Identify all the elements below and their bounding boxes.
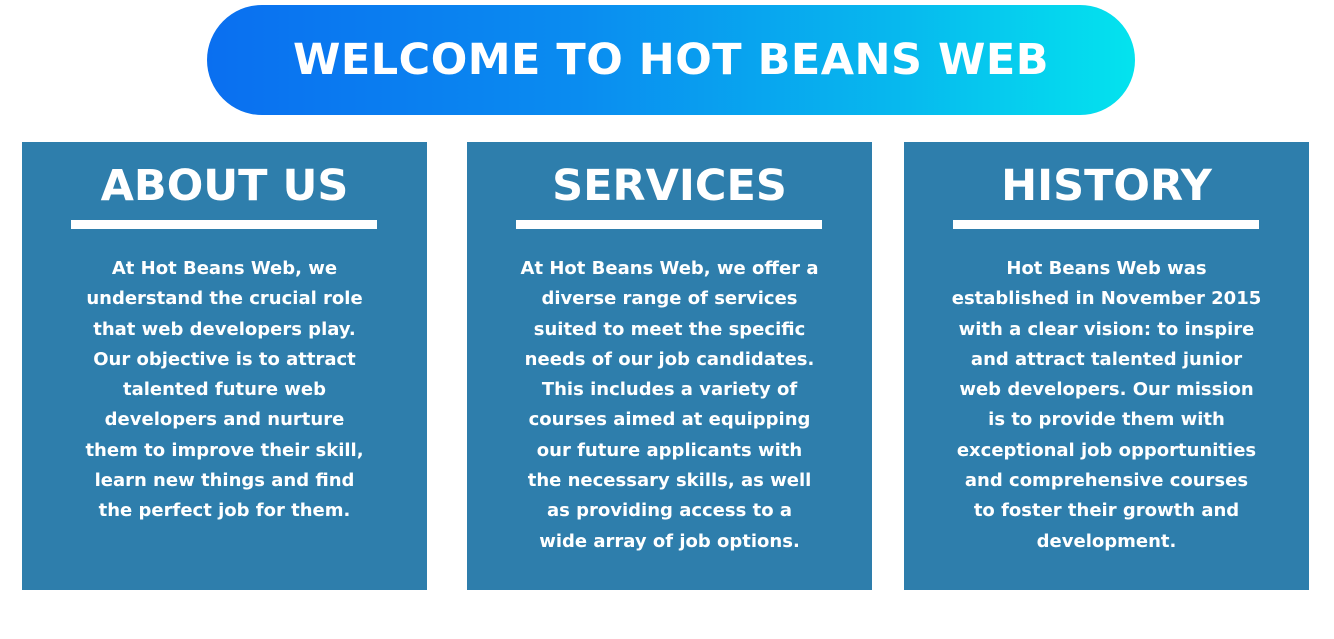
history-body: Hot Beans Web was established in Novembe…: [951, 258, 1262, 552]
about-us-card: ABOUT US At Hot Beans Web, we understand…: [22, 142, 427, 590]
services-divider: [516, 220, 822, 229]
services-title: SERVICES: [552, 161, 787, 211]
history-title: HISTORY: [1001, 161, 1212, 211]
welcome-banner: WELCOME TO HOT BEANS WEB: [207, 5, 1135, 115]
about-us-title: ABOUT US: [100, 161, 349, 211]
about-us-body: At Hot Beans Web, we understand the cruc…: [85, 258, 364, 522]
services-card: SERVICES At Hot Beans Web, we offer a di…: [467, 142, 872, 590]
history-card: HISTORY Hot Beans Web was established in…: [904, 142, 1309, 590]
history-divider: [953, 220, 1259, 229]
about-us-divider: [71, 220, 377, 229]
banner-title: WELCOME TO HOT BEANS WEB: [292, 35, 1050, 85]
services-body: At Hot Beans Web, we offer a diverse ran…: [520, 258, 819, 552]
